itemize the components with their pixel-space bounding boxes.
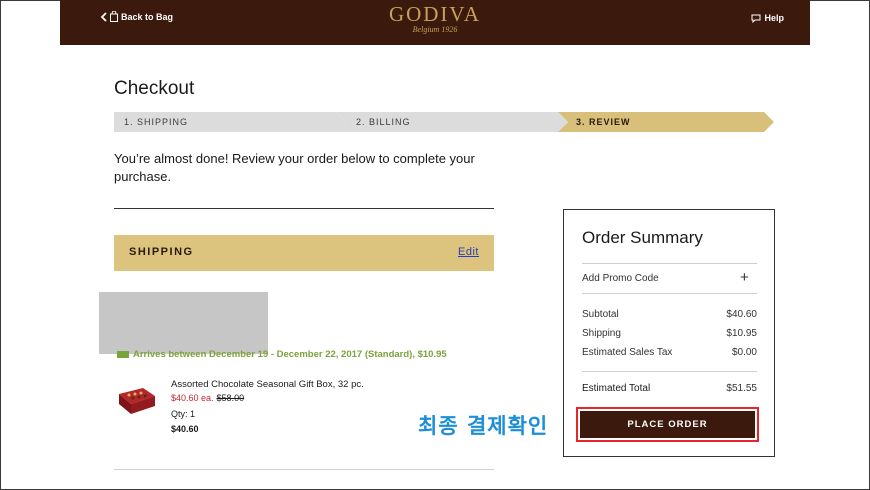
plus-icon[interactable]: + [740, 269, 749, 286]
brand-name: GODIVA [388, 2, 482, 26]
annotation-text: 최종 결제확인 [418, 414, 549, 438]
summary-title: Order Summary [582, 228, 703, 247]
product-price: $40.60 ea. $58.00 [171, 393, 244, 403]
intro-text: You’re almost done! Review your order be… [114, 151, 475, 184]
step-billing[interactable]: 2. BILLING [336, 112, 568, 132]
shipping-label: Shipping [582, 328, 621, 339]
divider [114, 469, 494, 470]
shipping-heading: SHIPPING [129, 246, 194, 258]
redacted-address [99, 292, 268, 354]
tax-label: Estimated Sales Tax [582, 347, 673, 358]
place-order-button[interactable]: PLACE ORDER [580, 411, 755, 438]
tax-row: Estimated Sales Tax $0.00 [582, 347, 757, 358]
total-row: Estimated Total $51.55 [582, 383, 757, 394]
divider [582, 293, 757, 294]
product-qty: Qty: 1 [171, 409, 196, 419]
site-header: Back to Bag GODIVA Belgium 1926 Help [60, 0, 810, 45]
step-shipping[interactable]: 1. SHIPPING [114, 112, 346, 132]
product-total: $40.60 [171, 424, 199, 434]
shipping-section-header: SHIPPING Edit [114, 235, 494, 271]
brand-logo[interactable]: GODIVA Belgium 1926 [60, 3, 810, 34]
original-price: $58.00 [216, 393, 245, 403]
help-link[interactable]: Help [751, 13, 784, 23]
checkout-progress: 1. SHIPPING 2. BILLING 3. REVIEW [114, 112, 774, 132]
divider [582, 263, 757, 264]
help-label: Help [764, 13, 784, 23]
shipping-value: $10.95 [726, 328, 757, 339]
shipping-row: Shipping $10.95 [582, 328, 757, 339]
product-name[interactable]: Assorted Chocolate Seasonal Gift Box, 32… [171, 379, 364, 390]
promo-code-toggle[interactable]: Add Promo Code [582, 273, 659, 284]
divider [582, 371, 757, 372]
chat-bubble-icon [751, 14, 761, 23]
brand-tagline: Belgium 1926 [412, 25, 458, 34]
subtotal-value: $40.60 [726, 309, 757, 320]
divider [114, 208, 494, 209]
arrival-estimate: Arrives between December 19 - December 2… [117, 349, 447, 360]
arrival-text: Arrives between December 19 - December 2… [133, 349, 447, 360]
subtotal-row: Subtotal $40.60 [582, 309, 757, 320]
price-each: $40.60 ea. [171, 393, 214, 403]
step-review: 3. REVIEW [558, 112, 774, 132]
subtotal-label: Subtotal [582, 309, 619, 320]
page-title: Checkout [114, 78, 195, 99]
product-image[interactable] [117, 384, 157, 416]
total-value: $51.55 [726, 383, 757, 394]
truck-icon [117, 351, 129, 358]
edit-shipping-link[interactable]: Edit [458, 246, 479, 258]
total-label: Estimated Total [582, 383, 651, 394]
tax-value: $0.00 [731, 347, 757, 358]
